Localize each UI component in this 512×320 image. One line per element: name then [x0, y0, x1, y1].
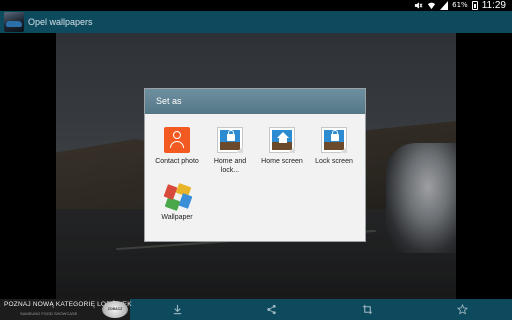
- lock-screen-icon: [321, 127, 347, 153]
- option-wallpaper[interactable]: Wallpaper: [152, 183, 202, 222]
- set-as-dialog: Set as Contact photo Home and lock... Ho…: [144, 88, 366, 242]
- battery-icon: [471, 1, 478, 10]
- home-lock-screen-icon: [217, 127, 243, 153]
- ad-banner-subline: SAMSUNG FOOD SHOWCASE: [20, 311, 78, 316]
- contact-icon: [164, 127, 190, 153]
- wallpaper-pinwheel-icon: [163, 183, 193, 211]
- clock: 11:29: [481, 0, 506, 11]
- ad-banner[interactable]: POZNAJ NOWĄ KATEGORIĘ LODÓWEK SAMSUNG FO…: [0, 299, 132, 320]
- star-icon[interactable]: [457, 304, 468, 315]
- action-bar: Opel wallpapers: [0, 11, 512, 33]
- download-icon[interactable]: [172, 304, 183, 315]
- status-bar: 61% 11:29: [0, 0, 512, 11]
- mute-icon: [415, 2, 423, 9]
- option-home-screen[interactable]: Home screen: [257, 127, 307, 166]
- option-label: Lock screen: [315, 158, 353, 165]
- share-icon[interactable]: [266, 304, 277, 315]
- dialog-title: Set as: [145, 89, 365, 114]
- status-icons: 61% 11:29: [414, 0, 506, 11]
- ad-banner-badge: ZOBACZ: [102, 301, 128, 318]
- option-label: Home screen: [261, 158, 303, 165]
- option-label: Contact photo: [155, 158, 199, 165]
- option-lock-screen[interactable]: Lock screen: [309, 127, 359, 166]
- bottom-action-bar: POZNAJ NOWĄ KATEGORIĘ LODÓWEK SAMSUNG FO…: [0, 299, 512, 320]
- home-screen-icon: [269, 127, 295, 153]
- signal-icon: [440, 1, 449, 10]
- battery-percent: 61%: [452, 1, 468, 9]
- option-label: Wallpaper: [161, 214, 193, 221]
- option-home-and-lock[interactable]: Home and lock...: [205, 127, 255, 175]
- option-contact-photo[interactable]: Contact photo: [152, 127, 202, 166]
- app-icon-car: [6, 21, 22, 27]
- app-title: Opel wallpapers: [28, 17, 93, 27]
- option-label: Home and lock...: [213, 158, 247, 174]
- wifi-icon: [428, 2, 436, 10]
- app-icon[interactable]: [4, 12, 24, 32]
- crop-icon[interactable]: [362, 304, 373, 315]
